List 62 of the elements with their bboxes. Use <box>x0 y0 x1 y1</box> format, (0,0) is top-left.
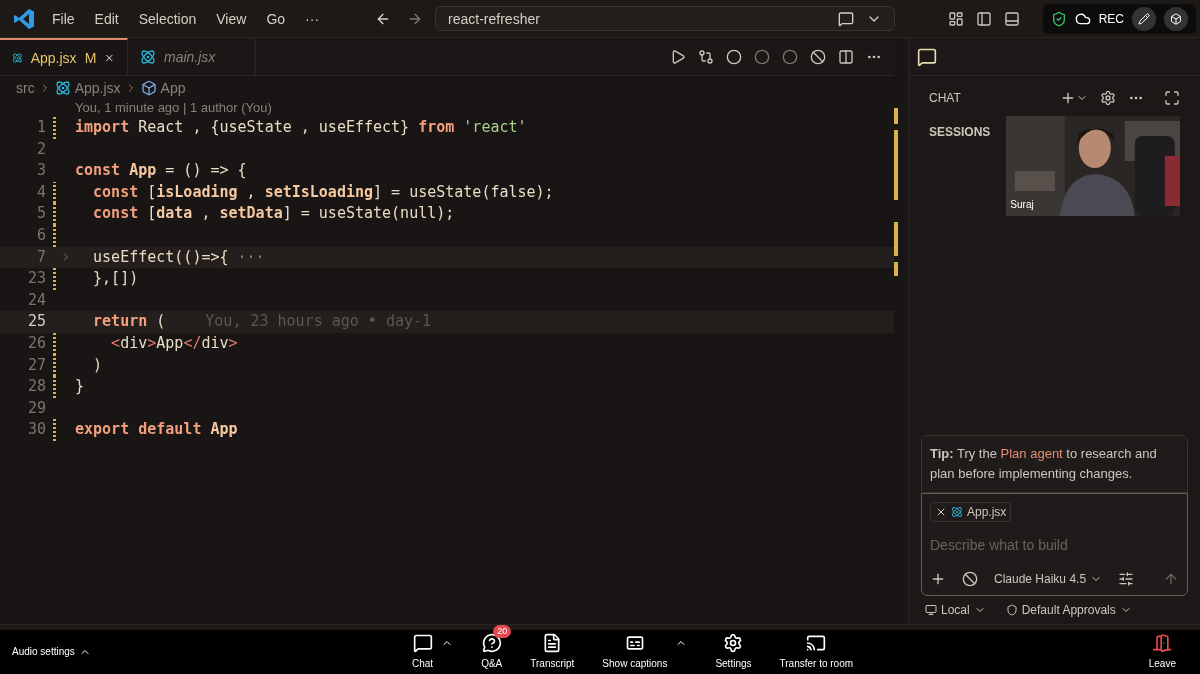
code-line: },[]) <box>92 268 139 290</box>
tip-text: Tip: Try the Plan agent to research and plan before implementing changes. <box>930 445 1158 483</box>
line-number: 27 <box>26 354 46 376</box>
attachment-label: App.jsx <box>967 504 1007 520</box>
breadcrumb-item[interactable]: App.jsx <box>74 78 121 98</box>
meeting-toolbar-button[interactable]: Transcript <box>530 632 575 672</box>
line-number: 30 <box>26 419 46 441</box>
line-number: 26 <box>26 333 46 354</box>
code-line: return ( <box>92 311 166 333</box>
modified-label: M <box>84 48 97 68</box>
attachment-chip[interactable]: App.jsx <box>930 502 1012 522</box>
menu-item[interactable]: Selection <box>138 8 197 29</box>
line-number: 4 <box>35 181 46 203</box>
menu-item[interactable]: Edit <box>94 8 119 29</box>
line-number: 25 <box>26 311 46 333</box>
meeting-toolbar-button[interactable]: Show captions <box>602 632 668 672</box>
code-line: const [data , setData] = useState(null); <box>92 203 455 225</box>
meeting-toolbar-button[interactable]: Chat <box>412 632 434 672</box>
line-number: 23 <box>26 268 46 290</box>
code-line: const App = () => { <box>75 160 247 182</box>
meeting-toolbar-button[interactable]: Settings <box>715 632 752 672</box>
editor-tab[interactable]: main.jsx <box>128 38 256 75</box>
line-number: 5 <box>35 203 46 225</box>
breadcrumb-item[interactable]: src <box>16 78 35 98</box>
line-number: 6 <box>35 225 46 247</box>
breadcrumb-item[interactable]: App <box>160 78 186 98</box>
line-number: 2 <box>35 138 46 160</box>
model-picker[interactable]: Claude Haiku 4.5 <box>994 571 1103 587</box>
location-picker[interactable]: Local <box>925 602 986 618</box>
code-line: useEffect(()=>{ ··· <box>92 246 265 268</box>
line-number: 28 <box>26 376 46 398</box>
search-field[interactable]: react-refresher <box>435 6 896 31</box>
code-line: <div>App</div> <box>110 333 238 354</box>
chat-title: CHAT <box>929 90 961 106</box>
line-number: 24 <box>26 289 46 311</box>
code-line: import React , {useState , useEffect} from 'react' <box>75 117 527 139</box>
participant-name: Suraj <box>1010 197 1034 212</box>
inline-blame: You, 23 hours ago • day-1 <box>205 311 432 333</box>
prompt-field[interactable]: Describe what to build <box>930 535 1179 555</box>
recording-label: REC <box>1098 11 1124 27</box>
menu-item[interactable]: View <box>216 8 247 29</box>
line-number: 7 <box>35 246 46 268</box>
tab-label: main.jsx <box>164 47 216 67</box>
menu-item[interactable]: File <box>52 8 75 29</box>
tab-label: App.jsx <box>30 48 77 68</box>
line-number: 1 <box>35 117 46 139</box>
meeting-toolbar-button[interactable]: Transfer to room <box>779 632 854 672</box>
plan-agent-link[interactable]: Plan agent <box>1000 446 1063 461</box>
menu-item[interactable]: Go <box>266 8 286 29</box>
approvals-picker[interactable]: Default Approvals <box>1005 602 1132 618</box>
audio-settings-button[interactable]: Audio settings <box>12 644 412 660</box>
code-line: export default App <box>75 419 238 441</box>
sessions-heading: SESSIONS <box>929 124 991 141</box>
code-line: } <box>75 376 85 398</box>
more-menu[interactable]: ··· <box>305 8 320 29</box>
editor-tab[interactable]: App.jsx M <box>0 38 128 75</box>
line-number: 29 <box>26 397 46 419</box>
line-number: 3 <box>35 160 46 182</box>
code-line: ) <box>92 354 103 376</box>
leave-button[interactable]: Leave <box>1148 632 1176 672</box>
code-line: const [isLoading , setIsLoading] = useState(false); <box>92 181 554 203</box>
blame-header: You, 1 minute ago | 1 author (You) <box>74 100 273 116</box>
